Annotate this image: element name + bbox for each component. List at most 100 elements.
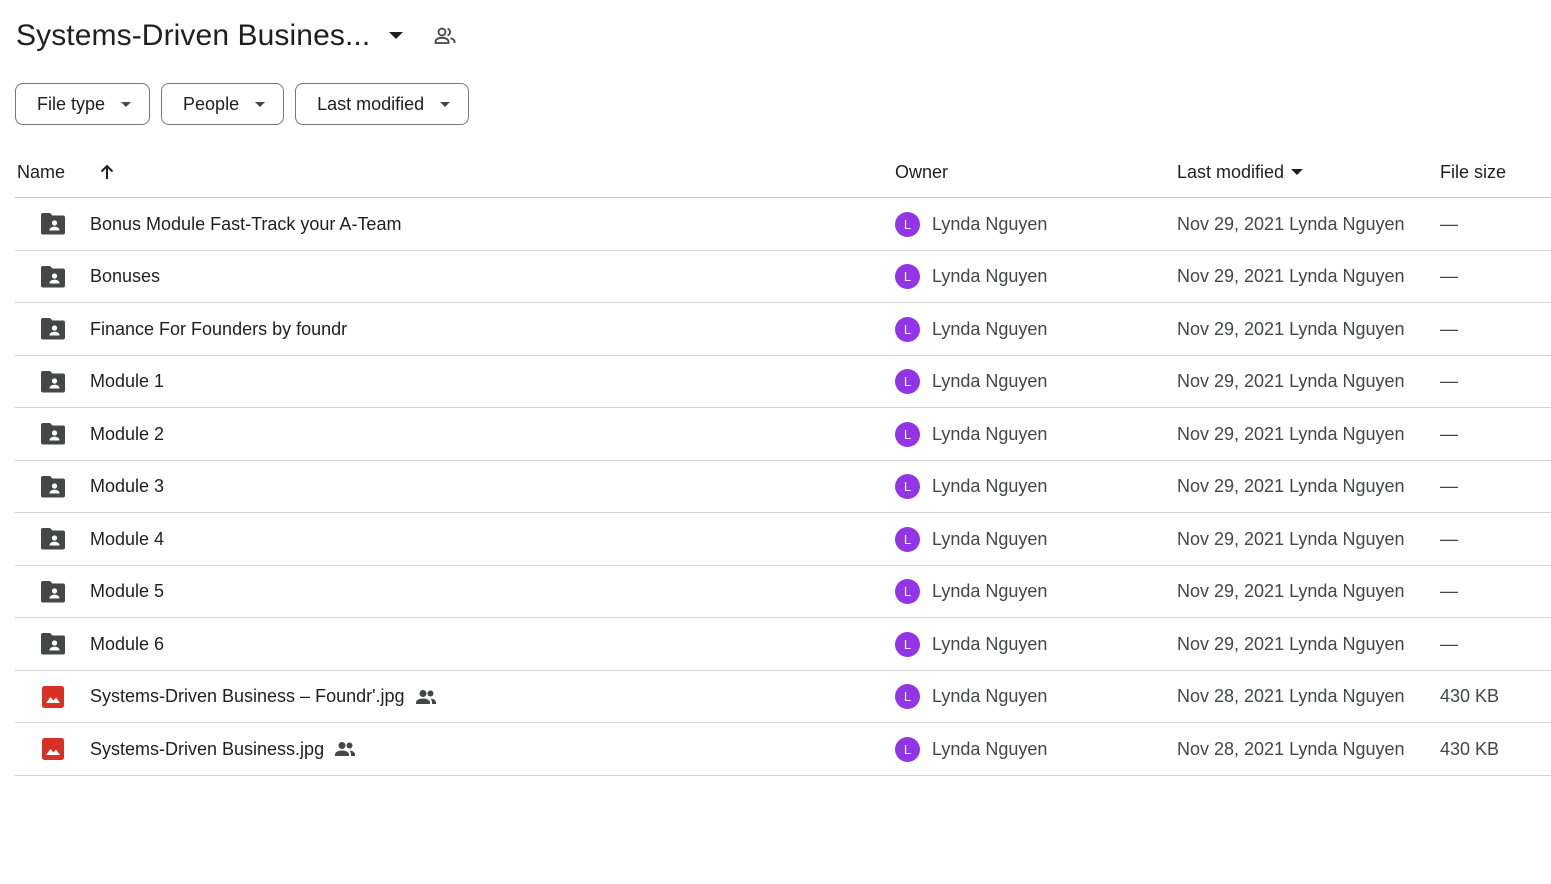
last-modified-cell: Nov 29, 2021 Lynda Nguyen xyxy=(1177,371,1405,391)
file-name: Finance For Founders by foundr xyxy=(90,318,348,339)
dropdown-caret-icon xyxy=(119,97,133,111)
shared-people-icon xyxy=(415,689,437,705)
dropdown-caret-icon xyxy=(1290,165,1304,179)
file-name-cell[interactable]: Module 5 xyxy=(90,566,164,618)
column-header-last-modified[interactable]: Last modified xyxy=(1177,146,1304,198)
file-size-cell: — xyxy=(1440,371,1458,391)
avatar: L xyxy=(895,526,920,552)
image-file-icon xyxy=(39,671,67,723)
avatar: L xyxy=(895,631,920,657)
people-filter[interactable]: People xyxy=(161,83,285,125)
owner-cell: L Lynda Nguyen xyxy=(895,671,1047,723)
owner-cell: L Lynda Nguyen xyxy=(895,198,1047,250)
avatar: L xyxy=(895,264,920,289)
avatar: L xyxy=(895,316,920,342)
owner-cell: L Lynda Nguyen xyxy=(895,723,1047,775)
table-row[interactable]: Bonuses L Lynda Nguyen Nov 29, 2021 Lynda N… xyxy=(15,251,1551,303)
owner-name: Lynda Nguyen xyxy=(932,476,1048,496)
owner-name: Lynda Nguyen xyxy=(932,371,1048,391)
file-name-cell[interactable]: Module 4 xyxy=(90,513,164,565)
file-name-cell[interactable]: Module 3 xyxy=(90,461,164,513)
table-row[interactable]: Systems-Driven Business.jpg L Lynda Nguyen… xyxy=(15,723,1551,776)
table-row[interactable]: Module 2 L Lynda Nguyen Nov 29, 2021 Lynda … xyxy=(15,408,1551,461)
avatar: L xyxy=(895,684,920,709)
file-size-cell: — xyxy=(1440,423,1458,444)
last-modified-filter[interactable]: Last modified xyxy=(295,83,470,125)
column-header-label: Last modified xyxy=(1177,161,1285,182)
owner-cell: L Lynda Nguyen xyxy=(895,513,1047,565)
owner-cell: L Lynda Nguyen xyxy=(895,566,1047,618)
shared-folder-icon xyxy=(39,198,67,250)
owner-name: Lynda Nguyen xyxy=(932,738,1048,759)
table-row[interactable]: Systems-Driven Business – Foundr'.jpg L Ly… xyxy=(15,671,1551,723)
file-name: Module 3 xyxy=(90,476,165,496)
file-name: Systems-Driven Business.jpg xyxy=(90,738,325,759)
filter-label: File type xyxy=(37,93,106,114)
shared-folder-icon xyxy=(39,618,67,670)
owner-name: Lynda Nguyen xyxy=(932,686,1048,706)
last-modified-cell: Nov 29, 2021 Lynda Nguyen xyxy=(1177,213,1405,234)
shared-folder-icon xyxy=(39,513,67,565)
file-name-cell[interactable]: Bonus Module Fast-Track your A-Team xyxy=(90,198,401,250)
avatar: L xyxy=(895,369,920,394)
file-name-cell[interactable]: Finance For Founders by foundr xyxy=(90,303,347,355)
last-modified-cell: Nov 29, 2021 Lynda Nguyen xyxy=(1177,581,1405,601)
file-name: Module 2 xyxy=(90,423,165,444)
owner-name: Lynda Nguyen xyxy=(932,581,1048,601)
chevron-down-icon[interactable] xyxy=(384,24,408,48)
last-modified-cell: Nov 28, 2021 Lynda Nguyen xyxy=(1177,686,1405,706)
owner-cell: L Lynda Nguyen xyxy=(895,356,1047,408)
last-modified-cell: Nov 28, 2021 Lynda Nguyen xyxy=(1177,738,1405,759)
file-name: Module 4 xyxy=(90,528,165,549)
file-name-cell[interactable]: Bonuses xyxy=(90,251,160,303)
avatar: L xyxy=(895,421,920,447)
image-file-icon xyxy=(39,723,67,775)
file-name-cell[interactable]: Systems-Driven Business – Foundr'.jpg xyxy=(90,671,437,723)
shared-with-me-icon[interactable] xyxy=(432,23,458,49)
file-name: Bonuses xyxy=(90,266,161,286)
file-size-cell: 430 KB xyxy=(1440,738,1500,759)
owner-name: Lynda Nguyen xyxy=(932,528,1048,549)
file-size-cell: — xyxy=(1440,633,1458,654)
dropdown-caret-icon xyxy=(253,97,267,111)
shared-folder-icon xyxy=(39,461,67,513)
owner-name: Lynda Nguyen xyxy=(932,633,1048,654)
table-row[interactable]: Module 3 L Lynda Nguyen Nov 29, 2021 Lynda … xyxy=(15,461,1551,513)
column-header-name[interactable]: Name xyxy=(17,146,65,198)
table-row[interactable]: Bonus Module Fast-Track your A-Team L Lynd… xyxy=(15,198,1551,251)
owner-cell: L Lynda Nguyen xyxy=(895,303,1047,355)
file-name-cell[interactable]: Module 1 xyxy=(90,356,164,408)
owner-name: Lynda Nguyen xyxy=(932,213,1048,234)
table-row[interactable]: Finance For Founders by foundr L Lynda Ngu… xyxy=(15,303,1551,356)
file-name: Module 5 xyxy=(90,581,165,601)
file-list-table: Name Owner Last modified File size Bonus… xyxy=(15,146,1551,776)
file-name-cell[interactable]: Module 2 xyxy=(90,408,164,460)
column-header-owner[interactable]: Owner xyxy=(895,146,948,198)
last-modified-cell: Nov 29, 2021 Lynda Nguyen xyxy=(1177,633,1405,654)
file-size-cell: — xyxy=(1440,318,1458,339)
owner-cell: L Lynda Nguyen xyxy=(895,408,1047,460)
shared-people-icon xyxy=(334,741,356,757)
owner-cell: L Lynda Nguyen xyxy=(895,618,1047,670)
file-size-cell: — xyxy=(1440,266,1458,286)
column-header-file-size[interactable]: File size xyxy=(1440,146,1506,198)
table-row[interactable]: Module 5 L Lynda Nguyen Nov 29, 2021 Lynda … xyxy=(15,566,1551,618)
shared-folder-icon xyxy=(39,251,67,303)
file-name-cell[interactable]: Module 6 xyxy=(90,618,164,670)
file-name: Module 6 xyxy=(90,633,165,654)
avatar: L xyxy=(895,579,920,604)
file-type-filter[interactable]: File type xyxy=(15,83,151,125)
file-name-cell[interactable]: Systems-Driven Business.jpg xyxy=(90,723,356,775)
last-modified-cell: Nov 29, 2021 Lynda Nguyen xyxy=(1177,423,1405,444)
owner-name: Lynda Nguyen xyxy=(932,266,1048,286)
filter-label: Last modified xyxy=(317,93,425,114)
sort-arrow-up-icon[interactable] xyxy=(95,160,119,184)
folder-title[interactable]: Systems-Driven Busines... xyxy=(16,19,370,53)
table-row[interactable]: Module 6 L Lynda Nguyen Nov 29, 2021 Lynda … xyxy=(15,618,1551,671)
table-row[interactable]: Module 4 L Lynda Nguyen Nov 29, 2021 Lynda … xyxy=(15,513,1551,566)
table-row[interactable]: Module 1 L Lynda Nguyen Nov 29, 2021 Lynda … xyxy=(15,356,1551,408)
file-size-cell: — xyxy=(1440,476,1458,496)
file-name: Systems-Driven Business – Foundr'.jpg xyxy=(90,686,405,706)
file-size-cell: 430 KB xyxy=(1440,686,1500,706)
owner-name: Lynda Nguyen xyxy=(932,318,1048,339)
